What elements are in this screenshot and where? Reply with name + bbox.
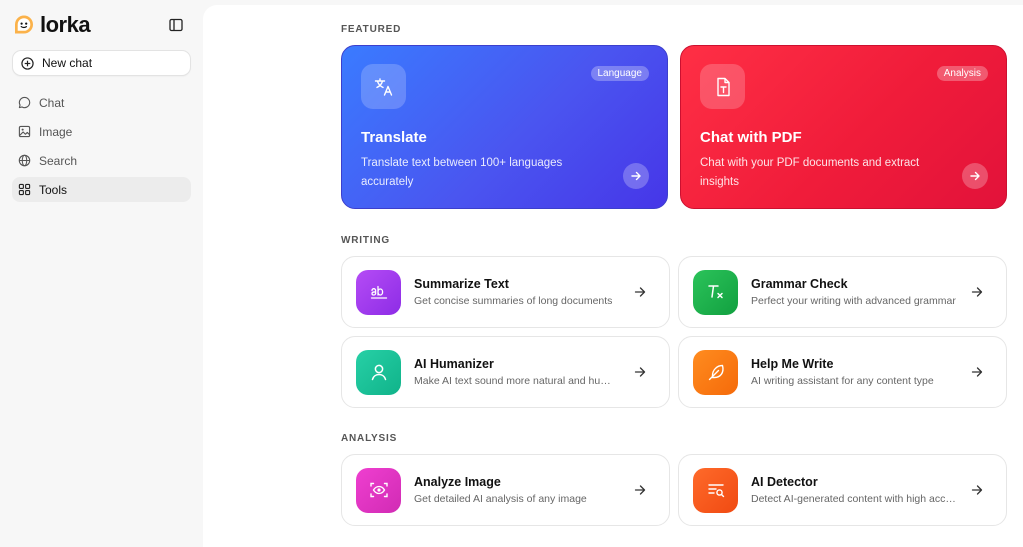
feature-title: Translate xyxy=(361,129,427,146)
tool-description: Perfect your writing with advanced gramm… xyxy=(751,295,956,307)
arrow-right-icon xyxy=(971,485,983,495)
image-icon xyxy=(18,125,31,138)
brand-name: lorka xyxy=(40,12,91,37)
tool-icon-box xyxy=(693,349,738,395)
eye-scan-icon xyxy=(369,482,388,498)
feature-icon-box xyxy=(361,64,406,109)
sidebar-item-image[interactable]: Image xyxy=(12,119,191,144)
arrow-right-icon xyxy=(634,367,646,377)
section-title-analysis: ANALYSIS xyxy=(341,433,398,444)
pdf-document-icon xyxy=(716,77,730,96)
app-window: lorka New chat Chat Image Search Tools F… xyxy=(0,0,1023,547)
sidebar-item-chat[interactable]: Chat xyxy=(12,90,191,115)
sidebar-toggle-button[interactable] xyxy=(165,14,187,36)
arrow-right-icon xyxy=(634,485,646,495)
sidebar-item-search[interactable]: Search xyxy=(12,148,191,173)
open-feature-button[interactable] xyxy=(623,163,649,189)
featured-card-translate[interactable]: Language Translate Translate text betwee… xyxy=(341,45,668,209)
tool-title: Help Me Write xyxy=(751,357,834,371)
lorka-logo-icon xyxy=(15,15,33,34)
tool-card-ai-detector[interactable]: AI Detector Detect AI-generated content … xyxy=(678,454,1007,526)
feather-pen-icon xyxy=(708,364,724,381)
tool-text: Grammar Check Perfect your writing with … xyxy=(751,277,970,307)
featured-card-chat-with-pdf[interactable]: Analysis Chat with PDF Chat with your PD… xyxy=(680,45,1007,209)
brand-logo[interactable]: lorka xyxy=(12,12,91,38)
person-icon xyxy=(371,364,386,381)
tool-card-grammar-check[interactable]: Grammar Check Perfect your writing with … xyxy=(678,256,1007,328)
category-badge: Analysis xyxy=(936,66,988,81)
arrow-right-icon xyxy=(970,171,980,181)
open-feature-button[interactable] xyxy=(962,163,988,189)
tool-description: Get detailed AI analysis of any image xyxy=(414,493,587,505)
tool-title: AI Humanizer xyxy=(414,357,494,371)
sidebar: lorka New chat Chat Image Search Tools xyxy=(0,0,203,547)
feature-description: Chat with your PDF documents and extract… xyxy=(700,157,920,188)
category-badge: Language xyxy=(590,66,649,81)
sidebar-item-label: Tools xyxy=(39,182,68,197)
arrow-right-icon xyxy=(634,287,646,297)
new-chat-button[interactable]: New chat xyxy=(12,50,191,76)
tool-description: AI writing assistant for any content typ… xyxy=(751,375,934,387)
brand-row: lorka xyxy=(12,12,191,38)
feature-title: Chat with PDF xyxy=(700,129,802,146)
tool-text: Analyze Image Get detailed AI analysis o… xyxy=(414,475,633,505)
sidebar-panel-icon xyxy=(169,18,183,32)
tool-text: Summarize Text Get concise summaries of … xyxy=(414,277,633,307)
sidebar-item-label: Chat xyxy=(39,95,65,110)
tool-card-help-me-write[interactable]: Help Me Write AI writing assistant for a… xyxy=(678,336,1007,408)
tool-description: Make AI text sound more natural and huma… xyxy=(414,375,619,387)
tool-icon-box xyxy=(356,269,401,315)
sidebar-item-label: Image xyxy=(39,124,73,139)
section-title-writing: WRITING xyxy=(341,235,390,246)
grid-icon xyxy=(18,183,31,196)
arrow-right-icon xyxy=(971,367,983,377)
feature-description: Translate text between 100+ languages ac… xyxy=(361,157,563,188)
grammar-check-icon xyxy=(707,285,723,299)
sidebar-item-tools[interactable]: Tools xyxy=(12,177,191,202)
tool-text: Help Me Write AI writing assistant for a… xyxy=(751,357,970,387)
tool-icon-box xyxy=(693,467,738,513)
tool-text: AI Humanizer Make AI text sound more nat… xyxy=(414,357,633,387)
tool-title: Grammar Check xyxy=(751,277,848,291)
sidebar-item-label: Search xyxy=(39,153,78,168)
globe-icon xyxy=(18,154,31,167)
translate-icon xyxy=(374,77,392,96)
text-search-icon xyxy=(707,484,724,498)
summarize-icon xyxy=(370,285,387,299)
tools-panel: FEATURED Language Translate Translate te… xyxy=(203,5,1023,547)
section-title-featured: FEATURED xyxy=(341,24,402,35)
tool-icon-box xyxy=(356,467,401,513)
new-chat-label: New chat xyxy=(42,56,93,70)
tool-card-summarize-text[interactable]: Summarize Text Get concise summaries of … xyxy=(341,256,670,328)
tool-card-ai-humanizer[interactable]: AI Humanizer Make AI text sound more nat… xyxy=(341,336,670,408)
tool-title: AI Detector xyxy=(751,475,818,489)
tool-card-analyze-image[interactable]: Analyze Image Get detailed AI analysis o… xyxy=(341,454,670,526)
arrow-right-icon xyxy=(631,171,641,181)
tool-title: Analyze Image xyxy=(414,475,501,489)
tool-text: AI Detector Detect AI-generated content … xyxy=(751,475,970,505)
arrow-right-icon xyxy=(971,287,983,297)
plus-circle-icon xyxy=(21,56,34,70)
feature-icon-box xyxy=(700,64,745,109)
tool-description: Get concise summaries of long documents xyxy=(414,295,613,307)
tool-description: Detect AI-generated content with high ac… xyxy=(751,493,956,505)
chat-bubble-icon xyxy=(18,96,31,109)
tool-title: Summarize Text xyxy=(414,277,509,291)
tool-icon-box xyxy=(356,349,401,395)
tool-icon-box xyxy=(693,269,738,315)
